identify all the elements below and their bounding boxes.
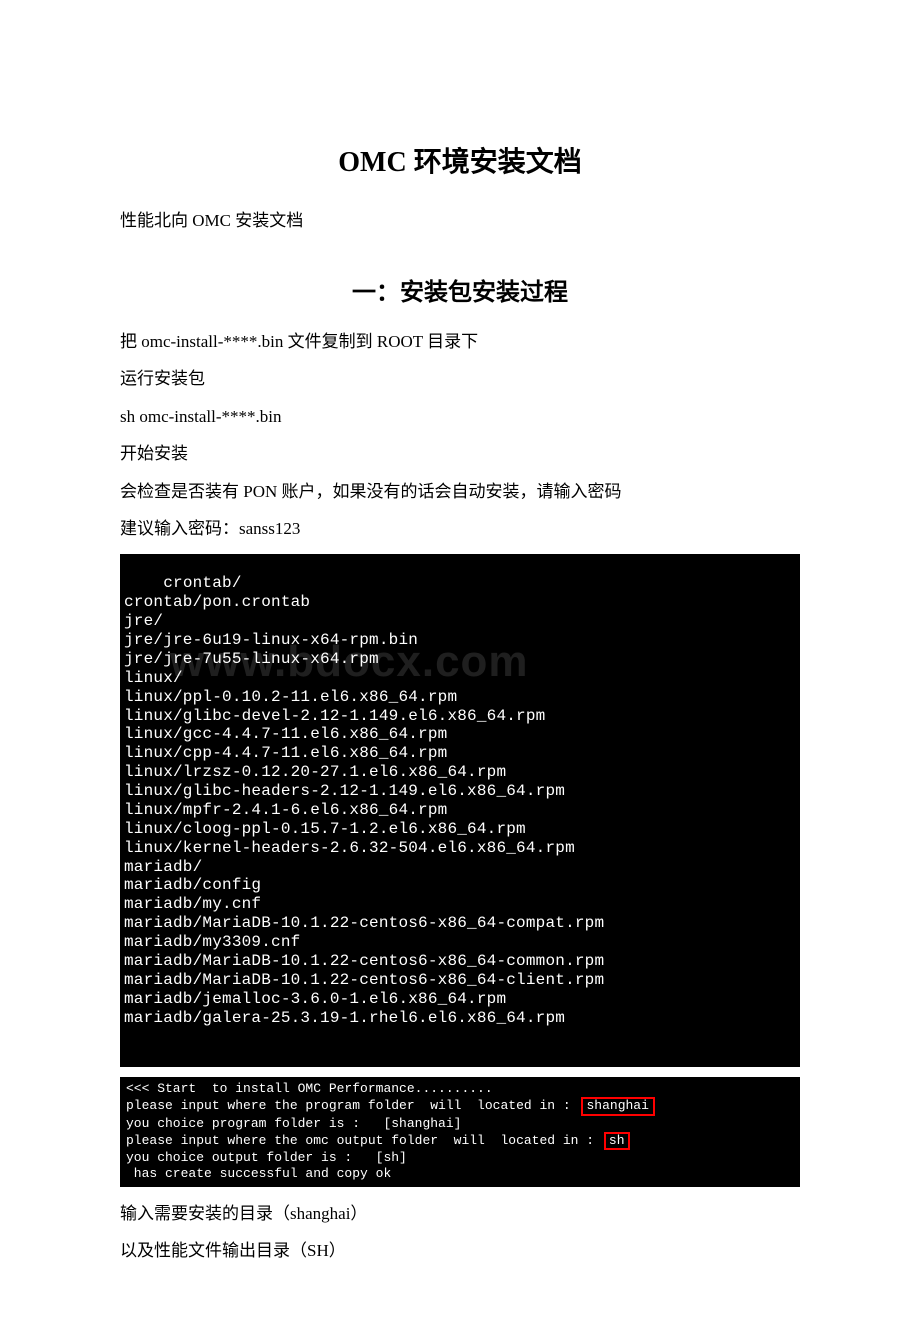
document-page: OMC 环境安装文档 性能北向 OMC 安装文档 一：安装包安装过程 把 omc… [0, 0, 920, 1336]
t2-line-3: you choice program folder is : [shanghai… [126, 1116, 794, 1132]
t2-line-4: please input where the omc output folder… [126, 1132, 794, 1150]
terminal-output-2: <<< Start to install OMC Performance....… [120, 1077, 800, 1187]
section-1-heading: 一：安装包安装过程 [120, 272, 800, 307]
terminal-output-1: crontab/ crontab/pon.crontab jre/ jre/jr… [120, 554, 800, 1068]
input-highlight-sh: sh [604, 1132, 630, 1150]
paragraph-password-suggest: 建议输入密码：sanss123 [120, 516, 800, 542]
t2-line-1: <<< Start to install OMC Performance....… [126, 1081, 794, 1097]
paragraph-start-install: 开始安装 [120, 441, 800, 467]
input-highlight-shanghai: shanghai [581, 1097, 655, 1115]
t2-line-4-prefix: please input where the omc output folder… [126, 1133, 594, 1148]
terminal-text-1: crontab/ crontab/pon.crontab jre/ jre/jr… [124, 574, 604, 1026]
page-title: OMC 环境安装文档 [120, 140, 800, 180]
intro-paragraph: 性能北向 OMC 安装文档 [120, 208, 800, 234]
paragraph-sh-cmd: sh omc-install-****.bin [120, 404, 800, 430]
paragraph-output-dir: 以及性能文件输出目录（SH） [120, 1238, 800, 1264]
t2-line-6: has create successful and copy ok [126, 1166, 794, 1182]
t2-line-2: please input where the program folder wi… [126, 1097, 794, 1115]
paragraph-pon-check: 会检查是否装有 PON 账户，如果没有的话会自动安装，请输入密码 [120, 479, 800, 505]
paragraph-run-pkg: 运行安装包 [120, 366, 800, 392]
t2-line-2-prefix: please input where the program folder wi… [126, 1098, 571, 1113]
paragraph-copy-bin: 把 omc-install-****.bin 文件复制到 ROOT 目录下 [120, 329, 800, 355]
paragraph-input-dir: 输入需要安装的目录（shanghai） [120, 1201, 800, 1227]
t2-line-5: you choice output folder is : [sh] [126, 1150, 794, 1166]
